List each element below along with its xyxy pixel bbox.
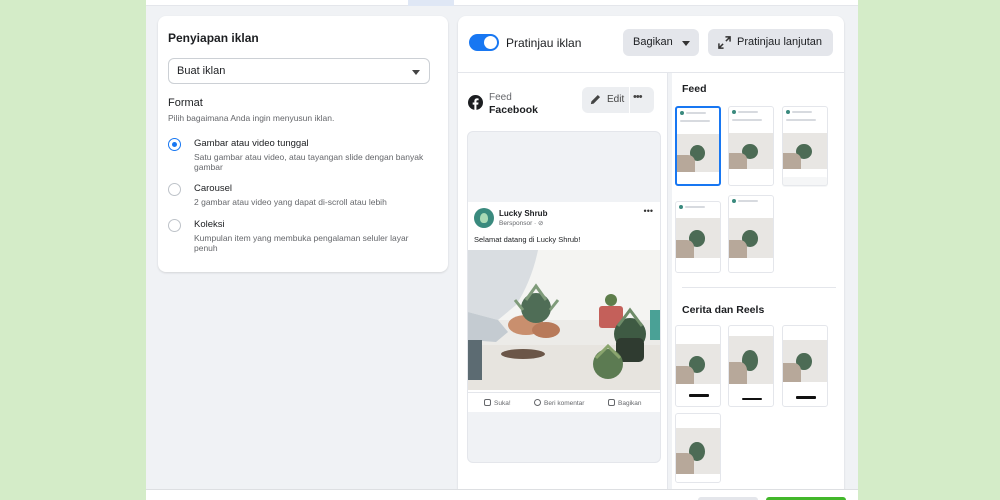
- story-placement-thumb[interactable]: [782, 325, 828, 407]
- option-description: Satu gambar atau video, atau tayangan sl…: [194, 152, 424, 172]
- story-placement-thumb[interactable]: [675, 325, 721, 407]
- page-avatar: [474, 208, 494, 228]
- feed-placement-thumb[interactable]: [675, 201, 721, 273]
- feed-post: Lucky Shrub Bersponsor · ⊘ ••• Selamat d…: [468, 202, 660, 412]
- post-text: Selamat datang di Lucky Shrub!: [474, 235, 581, 244]
- post-actions-bar: Suka! Beri komentar Bagikan: [468, 392, 660, 412]
- advanced-preview-button[interactable]: Pratinjau lanjutan: [708, 29, 833, 56]
- like-label: Suka!: [494, 400, 511, 407]
- ads-manager-window: Penyiapan iklan Buat iklan Format Pilih …: [146, 0, 858, 500]
- placement-name: Facebook: [489, 104, 539, 116]
- setup-title: Penyiapan iklan: [168, 31, 259, 45]
- active-tab-indicator: [408, 0, 454, 6]
- option-description: 2 gambar atau video yang dapat di-scroll…: [194, 197, 387, 207]
- post-page-name: Lucky Shrub: [499, 209, 548, 218]
- comment-icon: [534, 399, 541, 406]
- radio-icon[interactable]: [168, 219, 181, 232]
- option-title: Koleksi: [194, 219, 225, 230]
- advanced-preview-label: Pratinjau lanjutan: [737, 36, 823, 48]
- story-placement-thumb[interactable]: [675, 413, 721, 483]
- share-button[interactable]: Bagikan: [623, 29, 699, 56]
- format-title: Format: [168, 97, 203, 109]
- share-icon: [608, 399, 615, 406]
- option-title: Carousel: [194, 183, 233, 194]
- preview-toggle[interactable]: [469, 34, 499, 51]
- feed-placement-thumb: [782, 177, 828, 187]
- button-separator: [629, 87, 630, 113]
- footer-bar: [146, 489, 858, 500]
- feed-placement-thumb[interactable]: [728, 106, 774, 186]
- pencil-icon: [590, 94, 601, 105]
- section-divider: [682, 287, 836, 288]
- ad-setup-card: Penyiapan iklan Buat iklan Format Pilih …: [158, 16, 448, 272]
- post-more-icon: •••: [643, 206, 653, 216]
- share-label: Bagikan: [618, 400, 642, 407]
- preview-body: Feed Facebook Edit ••• Lucky Shrub Bersp…: [458, 72, 844, 496]
- option-description: Kumpulan item yang membuka pengalaman se…: [194, 233, 409, 253]
- ad-creation-select[interactable]: Buat iklan: [168, 58, 430, 84]
- feed-placement-thumb[interactable]: [728, 195, 774, 273]
- facebook-icon: [468, 95, 483, 110]
- chevron-down-icon: [682, 41, 690, 46]
- option-title: Gambar atau video tunggal: [194, 138, 309, 149]
- phone-preview-frame: Lucky Shrub Bersponsor · ⊘ ••• Selamat d…: [467, 131, 661, 463]
- ad-preview-panel: Pratinjau iklan Bagikan Pratinjau lanjut…: [458, 16, 844, 496]
- edit-label: Edit: [607, 94, 625, 105]
- radio-selected-icon[interactable]: [168, 138, 181, 151]
- comment-action[interactable]: Beri komentar: [534, 399, 584, 407]
- placement-subtitle: Feed: [489, 92, 512, 103]
- expand-icon: [718, 36, 731, 49]
- more-options-icon[interactable]: •••: [633, 91, 643, 103]
- radio-icon[interactable]: [168, 183, 181, 196]
- thumbs-up-icon: [484, 399, 491, 406]
- stories-section-title: Cerita dan Reels: [682, 304, 765, 316]
- selected-placement-column: Feed Facebook Edit ••• Lucky Shrub Bersp…: [458, 73, 668, 496]
- share-button-label: Bagikan: [633, 36, 673, 48]
- feed-section-title: Feed: [682, 83, 707, 95]
- preview-toggle-label: Pratinjau iklan: [506, 36, 582, 50]
- placement-thumbnails-column: Feed Cerita dan Reels: [672, 73, 844, 496]
- story-placement-thumb[interactable]: [728, 325, 774, 407]
- top-header-strip: [146, 0, 858, 6]
- chevron-down-icon: [412, 70, 420, 75]
- format-description: Pilih bagaimana Anda ingin menyusun ikla…: [168, 113, 335, 123]
- toggle-knob: [484, 36, 497, 49]
- feed-placement-thumb[interactable]: [782, 106, 828, 186]
- select-value: Buat iklan: [177, 65, 226, 77]
- sponsored-label: Bersponsor · ⊘: [499, 220, 544, 227]
- succulent-photo: [468, 250, 660, 390]
- feed-placement-thumb[interactable]: [675, 106, 721, 186]
- comment-label: Beri komentar: [544, 400, 585, 407]
- like-action[interactable]: Suka!: [484, 399, 511, 407]
- share-action[interactable]: Bagikan: [608, 399, 642, 407]
- edit-button[interactable]: Edit •••: [582, 87, 654, 113]
